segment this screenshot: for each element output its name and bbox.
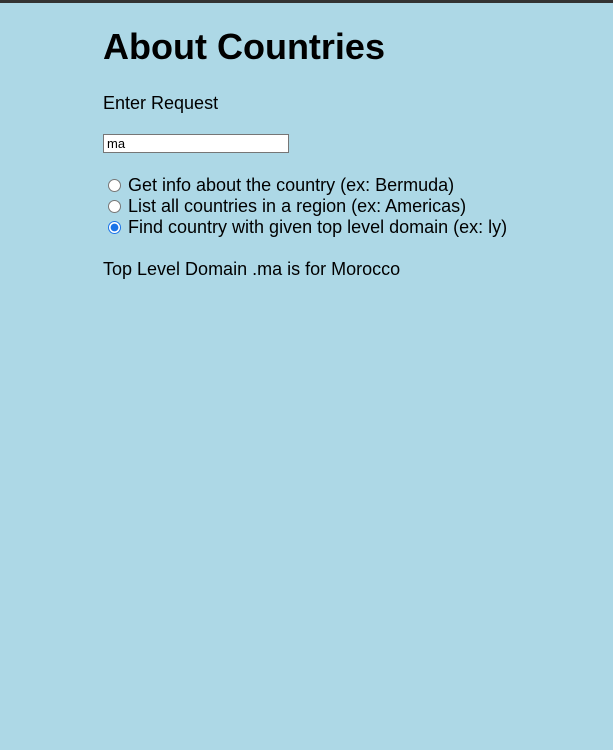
result-text: Top Level Domain .ma is for Morocco — [103, 259, 401, 279]
radio-country-info[interactable] — [108, 179, 121, 192]
page-title: About Countries — [103, 26, 385, 67]
radio-tld-lookup[interactable] — [108, 221, 121, 234]
option-region-list-label: List all countries in a region (ex: Amer… — [128, 196, 467, 216]
request-input[interactable] — [103, 134, 289, 153]
radio-region-list[interactable] — [108, 200, 121, 213]
request-label: Enter Request — [103, 93, 219, 113]
option-country-info-label: Get info about the country (ex: Bermuda) — [128, 175, 455, 195]
option-region-list[interactable]: List all countries in a region (ex: Amer… — [103, 196, 507, 217]
top-border — [0, 0, 615, 3]
option-country-info[interactable]: Get info about the country (ex: Bermuda) — [103, 175, 507, 196]
option-tld-lookup[interactable]: Find country with given top level domain… — [103, 217, 507, 238]
query-options: Get info about the country (ex: Bermuda)… — [103, 175, 507, 238]
option-tld-lookup-label: Find country with given top level domain… — [128, 217, 508, 237]
